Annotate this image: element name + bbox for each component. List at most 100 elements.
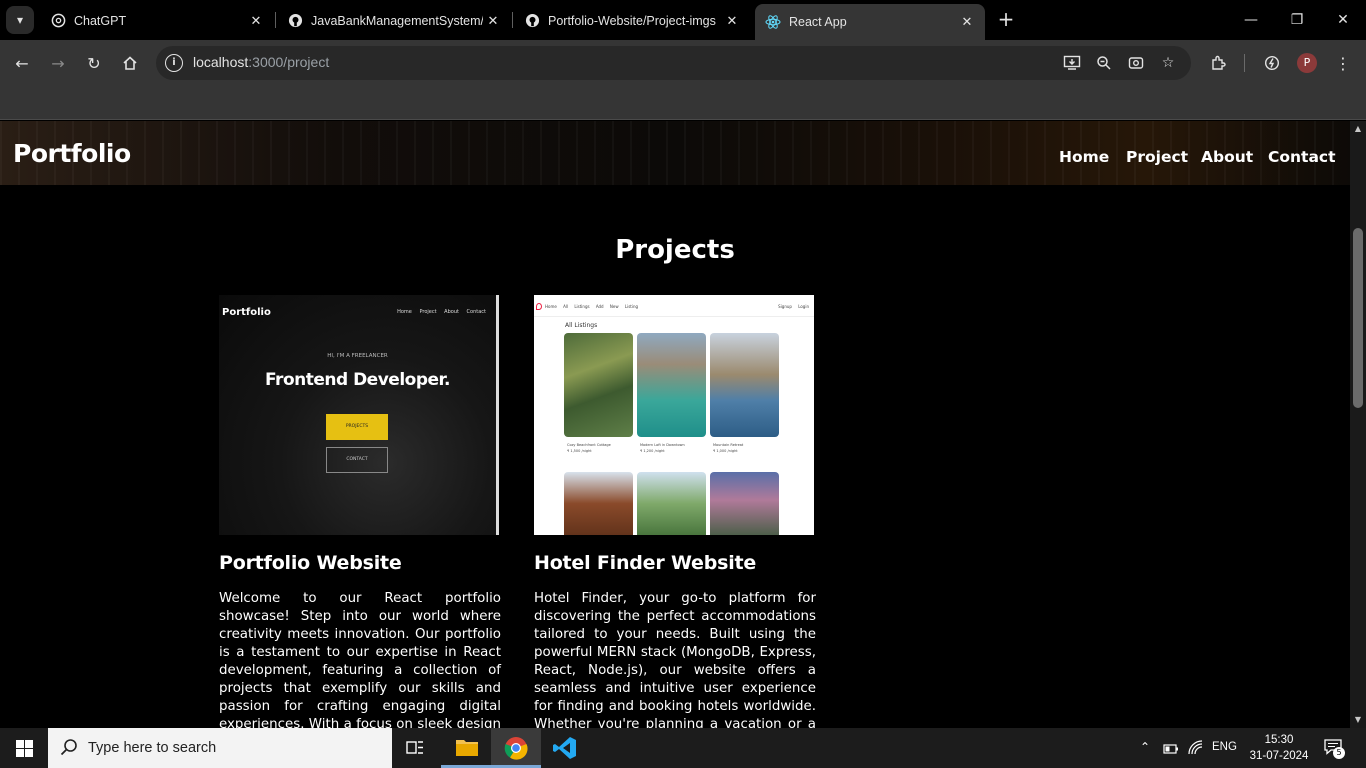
tab-title: ChatGPT	[74, 13, 127, 28]
projects-heading: Projects	[615, 235, 735, 265]
listing-photo	[637, 472, 706, 535]
github-icon	[287, 13, 303, 29]
scroll-up-icon[interactable]: ▲	[1354, 125, 1362, 133]
wifi-icon[interactable]	[1188, 740, 1204, 760]
browser-toolbar: ← → ↻ i localhost:3000/project ☆ P ⋮	[0, 40, 1366, 86]
scrollbar-thumb[interactable]	[1353, 228, 1363, 408]
forward-icon[interactable]: →	[46, 51, 70, 75]
minimize-icon[interactable]: —	[1239, 8, 1263, 32]
listing-photo	[710, 333, 779, 437]
tab-strip: ▾ ChatGPT ✕ JavaBankManagementSystem/R ✕…	[0, 0, 1366, 40]
preview-auth: Signup Login	[778, 304, 809, 309]
tab-divider	[275, 12, 276, 28]
profile-avatar[interactable]: P	[1297, 53, 1317, 73]
preview-nav: Home Project About Contact	[397, 309, 486, 315]
listing-photo	[710, 472, 779, 535]
tab-search-icon[interactable]: ▾	[6, 6, 34, 34]
preview-heading: All Listings	[565, 322, 598, 329]
nav-project-link[interactable]: Project	[1126, 148, 1188, 166]
compass-icon	[536, 303, 542, 310]
tab-portfolio-repo[interactable]: Portfolio-Website/Project-imgs ✕	[514, 5, 750, 36]
chrome-taskbar-button[interactable]	[491, 728, 541, 768]
site-logo[interactable]: Portfolio	[13, 139, 131, 168]
listing-photo	[637, 333, 706, 437]
site-info-icon[interactable]: i	[165, 54, 183, 72]
search-placeholder: Type here to search	[88, 740, 217, 756]
preview-projects-button: PROJECTS	[326, 414, 388, 440]
github-icon	[524, 13, 540, 29]
lens-icon[interactable]	[1126, 53, 1146, 73]
tab-java-bank[interactable]: JavaBankManagementSystem/R ✕	[277, 5, 511, 36]
language-indicator[interactable]: ENG	[1212, 741, 1237, 753]
vscode-icon[interactable]	[553, 736, 577, 764]
chrome-icon	[504, 736, 528, 764]
tab-title: JavaBankManagementSystem/R	[311, 13, 483, 28]
address-bar[interactable]: i localhost:3000/project ☆	[156, 46, 1191, 80]
nav-about-link[interactable]: About	[1201, 148, 1253, 166]
preview-contact-button: CONTACT	[326, 447, 388, 473]
close-icon[interactable]: ✕	[957, 14, 977, 30]
performance-icon[interactable]	[1260, 51, 1284, 75]
listing-photo	[564, 472, 633, 535]
windows-start-icon[interactable]	[0, 728, 48, 768]
tab-title: React App	[789, 15, 847, 29]
file-explorer-icon[interactable]	[455, 736, 479, 762]
preview-links: Home All Listings Add New Listing	[545, 304, 639, 309]
nav-contact-link[interactable]: Contact	[1268, 148, 1336, 166]
bookmarks-bar	[0, 86, 1366, 120]
url-text[interactable]: localhost:3000/project	[193, 54, 329, 70]
site-header: Portfolio Home Project About Contact	[0, 121, 1350, 185]
close-icon[interactable]: ✕	[483, 13, 503, 29]
hotel-finder-preview-image[interactable]: Home All Listings Add New Listing Signup…	[534, 295, 814, 535]
scroll-down-icon[interactable]: ▼	[1354, 716, 1362, 724]
listing-caption: Modern Loft in Downtown ₹ 1,200 /night	[640, 443, 685, 453]
page-viewport: Portfolio Home Project About Contact Pro…	[0, 121, 1350, 728]
back-icon[interactable]: ←	[10, 51, 34, 75]
portfolio-preview-image[interactable]: Portfolio Home Project About Contact HI,…	[219, 295, 499, 535]
restore-icon[interactable]: ❐	[1285, 8, 1309, 32]
project-description: Welcome to our React portfolio showcase!…	[219, 591, 501, 728]
project-card: Portfolio Home Project About Contact HI,…	[219, 295, 501, 728]
new-tab-icon[interactable]: +	[996, 9, 1016, 30]
react-icon	[765, 14, 781, 30]
toolbar-divider	[1244, 54, 1245, 72]
search-icon	[60, 738, 78, 760]
zoom-icon[interactable]	[1094, 53, 1114, 73]
nav-home-link[interactable]: Home	[1059, 148, 1109, 166]
project-card: Home All Listings Add New Listing Signup…	[534, 295, 816, 728]
reload-icon[interactable]: ↻	[82, 51, 106, 75]
install-app-icon[interactable]	[1062, 53, 1082, 73]
project-description: Hotel Finder, your go-to platform for di…	[534, 591, 816, 728]
chatgpt-icon	[50, 13, 66, 29]
bookmark-star-icon[interactable]: ☆	[1158, 53, 1178, 73]
taskbar-search-box[interactable]: Type here to search	[48, 728, 392, 768]
preview-navbar: Home All Listings Add New Listing Signup…	[534, 295, 814, 317]
project-title: Portfolio Website	[219, 552, 402, 574]
clock-time: 15:30	[1264, 734, 1294, 746]
preview-logo: Portfolio	[222, 307, 271, 318]
home-icon[interactable]	[118, 51, 142, 75]
clock-date: 31-07-2024	[1249, 750, 1309, 762]
close-icon[interactable]: ✕	[722, 13, 742, 29]
preview-headline: Frontend Developer.	[265, 370, 450, 390]
close-window-icon[interactable]: ✕	[1331, 8, 1355, 32]
tab-divider	[512, 12, 513, 28]
extensions-icon[interactable]	[1206, 51, 1230, 75]
notification-count: 5	[1333, 747, 1345, 759]
close-icon[interactable]: ✕	[246, 13, 266, 29]
listing-caption: Mountain Retreat ₹ 1,000 /night	[713, 443, 744, 453]
show-hidden-icons-icon[interactable]: ⌃	[1140, 740, 1150, 754]
taskbar: Type here to search ⌃ ENG 15:30 31-07-20…	[0, 728, 1366, 768]
page-scrollbar[interactable]: ▲ ▼	[1350, 121, 1366, 728]
battery-icon[interactable]	[1163, 741, 1179, 760]
tab-chatgpt[interactable]: ChatGPT ✕	[40, 5, 274, 36]
task-view-icon[interactable]	[405, 738, 425, 762]
notification-icon[interactable]: 5	[1324, 739, 1345, 759]
clock[interactable]: 15:30 31-07-2024	[1248, 732, 1310, 764]
tab-react-app[interactable]: React App ✕	[755, 4, 985, 40]
preview-tagline: HI, I'M A FREELANCER	[327, 353, 388, 359]
listing-photo	[564, 333, 633, 437]
tab-title: Portfolio-Website/Project-imgs	[548, 13, 716, 28]
project-title: Hotel Finder Website	[534, 552, 757, 574]
menu-icon[interactable]: ⋮	[1331, 51, 1355, 75]
